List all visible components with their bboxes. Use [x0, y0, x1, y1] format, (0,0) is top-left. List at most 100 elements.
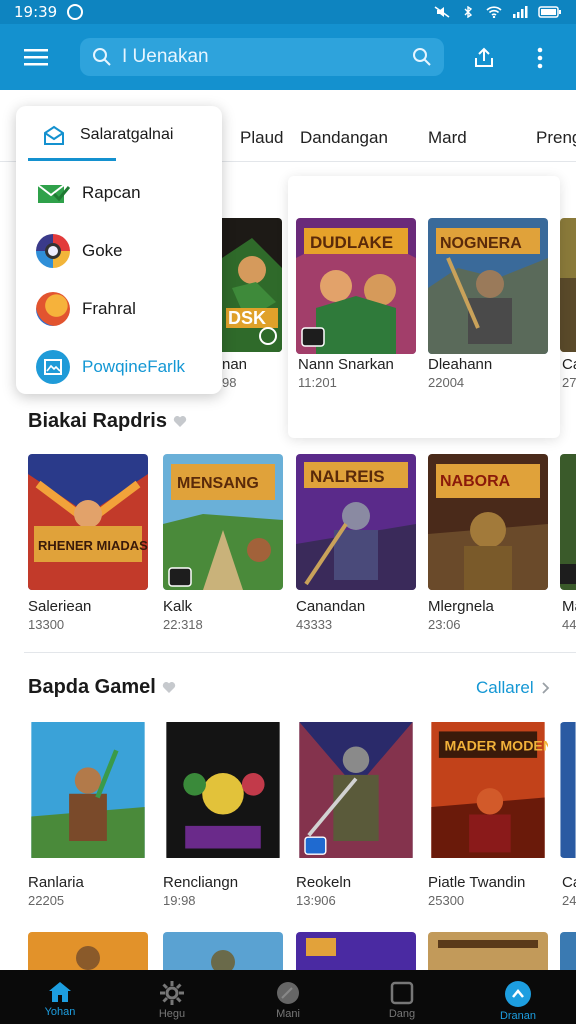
heart-icon	[162, 682, 176, 693]
game-art	[163, 932, 283, 970]
mute-icon	[434, 6, 450, 18]
game-tile[interactable]	[28, 932, 148, 970]
search-input[interactable]: I Uenakan	[122, 46, 412, 68]
game-title[interactable]: Rencliangn	[163, 874, 238, 891]
game-tile[interactable]	[560, 932, 576, 970]
search-bar[interactable]: I Uenakan	[80, 38, 444, 76]
status-time: 19:39	[14, 3, 58, 21]
game-tile[interactable]	[560, 454, 576, 590]
profile-icon	[505, 981, 531, 1007]
game-art: NALREIS	[296, 454, 416, 590]
dropdown-item-1[interactable]: Rapcan	[16, 168, 222, 218]
dropdown-header[interactable]: Salaratgalnai	[16, 106, 222, 164]
game-art: NABORA	[428, 454, 548, 590]
picture-icon	[36, 350, 70, 384]
nav-label: Mani	[276, 1008, 300, 1020]
game-art	[560, 454, 576, 590]
game-tile[interactable]	[296, 932, 416, 970]
envelope-check-icon	[36, 176, 70, 210]
bottom-navigation: Yohan Hegu Mani Dang Dranan	[0, 970, 576, 1024]
search-submit-icon[interactable]	[412, 47, 432, 67]
game-art	[31, 722, 145, 858]
game-title[interactable]: Kalk	[163, 598, 192, 615]
tab-2[interactable]: Dandangan	[300, 128, 388, 148]
game-title[interactable]: Saleriean	[28, 598, 91, 615]
game-tile[interactable]: RHENER MIADAS	[28, 454, 148, 590]
hamburger-icon	[24, 49, 48, 66]
section-title-text: Bapda Gamel	[28, 676, 156, 698]
game-tile[interactable]: MENSANG	[163, 454, 283, 590]
game-art: NOGNERA	[428, 218, 548, 354]
game-meta: 23:06	[428, 617, 461, 632]
game-tile[interactable]: DSK	[222, 218, 282, 352]
game-title[interactable]: Dleahann	[428, 356, 492, 373]
game-title[interactable]: nan	[222, 356, 247, 373]
nav-settings[interactable]: Hegu	[122, 970, 222, 1024]
tab-3[interactable]: Mard	[428, 128, 467, 148]
camera-icon	[36, 234, 70, 268]
featured-card: DUDLAKE Nann Snarkan 11:201 NOGNERA Dlea…	[288, 176, 560, 438]
game-tile[interactable]: DUDLAKE	[296, 218, 416, 354]
nav-home[interactable]: Yohan	[10, 970, 110, 1024]
square-icon	[390, 981, 414, 1005]
tab-4[interactable]: Preng	[536, 128, 576, 148]
dropdown-item-4[interactable]: PowqineFarlk	[16, 342, 222, 392]
svg-text:NALREIS: NALREIS	[310, 467, 385, 486]
game-title[interactable]: Piatle Twandin	[428, 874, 525, 891]
svg-text:NOGNERA: NOGNERA	[440, 235, 522, 252]
svg-text:DUDLAKE: DUDLAKE	[310, 233, 393, 252]
nav-library[interactable]: Dang	[352, 970, 452, 1024]
game-art	[428, 932, 548, 970]
search-icon	[93, 48, 111, 66]
svg-text:RHENER MIADAS: RHENER MIADAS	[38, 538, 148, 553]
hamburger-menu-button[interactable]	[0, 24, 72, 90]
dropdown-item-3[interactable]: Frahral	[16, 284, 222, 334]
game-tile[interactable]	[163, 932, 283, 970]
game-title[interactable]: Ma	[562, 598, 576, 615]
dropdown-item-2[interactable]: Goke	[16, 226, 222, 276]
tab-1[interactable]: Plaud	[240, 128, 283, 148]
game-tile[interactable]: NABORA	[428, 454, 548, 590]
app-notification-icon	[67, 4, 84, 20]
game-title[interactable]: Nann Snarkan	[298, 356, 394, 373]
dropdown-header-label: Salaratgalnai	[80, 126, 174, 143]
section-title-text: Biakai Rapdris	[28, 410, 167, 432]
more-vert-icon	[537, 47, 543, 69]
game-tile[interactable]: NOGNERA	[428, 218, 548, 354]
game-art	[166, 722, 280, 858]
game-art: RHENER MIADAS	[28, 454, 148, 590]
game-tile[interactable]	[560, 722, 576, 858]
game-tile[interactable]: NALREIS	[296, 454, 416, 590]
heart-icon	[173, 416, 187, 427]
game-title[interactable]: Mlergnela	[428, 598, 494, 615]
more-options-button[interactable]	[522, 40, 558, 76]
game-title[interactable]: Canandan	[296, 598, 365, 615]
game-tile[interactable]	[560, 218, 576, 352]
app-bar: I Uenakan	[0, 24, 576, 90]
game-tile[interactable]	[28, 722, 148, 858]
gear-icon	[160, 981, 184, 1005]
nav-profile[interactable]: Dranan	[468, 970, 568, 1024]
svg-text:NABORA: NABORA	[440, 473, 511, 490]
game-art: DSK	[222, 218, 282, 352]
disc-icon	[277, 982, 299, 1004]
nav-disc[interactable]: Mani	[238, 970, 338, 1024]
see-all-label: Callarel	[476, 678, 534, 697]
game-meta: 22205	[28, 893, 65, 908]
dropdown-item-label: PowqineFarlk	[82, 357, 185, 376]
share-button[interactable]	[466, 40, 502, 76]
game-tile[interactable]	[163, 722, 283, 858]
game-tile[interactable]: MADER MODENT	[428, 722, 548, 858]
game-art	[296, 932, 416, 970]
game-title[interactable]: Ca	[562, 874, 576, 891]
game-art	[299, 722, 413, 858]
game-tile[interactable]	[296, 722, 416, 858]
envelope-icon	[44, 125, 64, 145]
game-meta: 13300	[28, 617, 65, 632]
game-title[interactable]: Ca	[562, 356, 576, 373]
see-all-link[interactable]: Callarel	[476, 678, 550, 698]
game-title[interactable]: Ranlaria	[28, 874, 84, 891]
game-meta: 13:906	[296, 893, 336, 908]
game-tile[interactable]	[428, 932, 548, 970]
game-title[interactable]: Reokeln	[296, 874, 351, 891]
